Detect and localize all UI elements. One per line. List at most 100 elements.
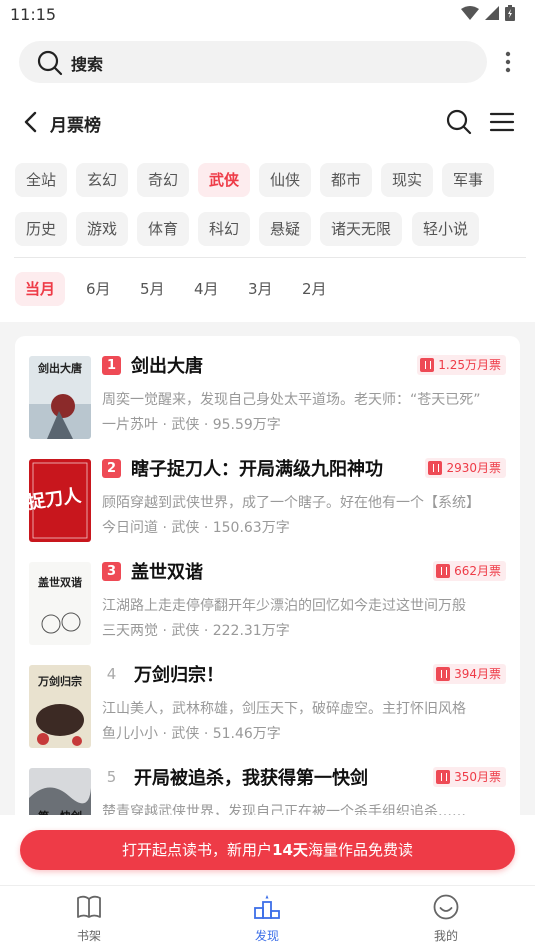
book-author: 一片苏叶	[102, 417, 158, 433]
rank-badge: 1	[102, 356, 121, 375]
month-tab[interactable]: 5月	[130, 272, 175, 306]
search-icon	[37, 50, 63, 76]
book-description: 江湖路上走走停停翻开年少漂泊的回忆如今走过这世间万般	[102, 598, 466, 614]
battery-icon	[505, 5, 515, 21]
ranking-list: 剑出大唐 1 剑出大唐 1.25万月票 周奕一觉醒来，发现自己身处太平道场。老天…	[15, 336, 520, 836]
month-tab[interactable]: 6月	[76, 272, 121, 306]
ticket-icon	[428, 461, 443, 475]
category-chip[interactable]: 现实	[381, 163, 434, 197]
book-meta: 今日问道 · 武侠 · 150.63万字	[102, 517, 290, 537]
tab-discover[interactable]: 发现	[227, 894, 307, 944]
search-placeholder: 搜索	[71, 55, 104, 74]
book-item[interactable]: 盖世双谐 3 盖世双谐 662月票 江湖路上走走停停翻开年少漂泊的回忆如今走过这…	[15, 542, 520, 645]
book-cover: 万剑归宗	[29, 665, 91, 748]
category-chip[interactable]: 仙侠	[259, 163, 312, 197]
book-description: 江山美人，武林称雄，剑压天下，破碎虚空。主打怀旧风格	[102, 701, 466, 717]
wifi-icon	[461, 6, 479, 20]
tab-profile[interactable]: 我的	[406, 894, 486, 944]
back-arrow-icon[interactable]	[20, 110, 42, 134]
book-icon	[77, 895, 101, 918]
book-word-count: 51.46万字	[212, 726, 281, 742]
book-title: 开局被追杀，我获得第一快剑	[134, 768, 368, 789]
category-chip[interactable]: 悬疑	[259, 212, 312, 246]
book-cover: 捉刀人	[29, 459, 91, 542]
category-chip[interactable]: 轻小说	[412, 212, 480, 246]
meta-separator: ·	[203, 726, 209, 742]
month-tab-active[interactable]: 当月	[15, 272, 66, 306]
rank-number: 4	[106, 665, 117, 683]
monthly-votes-badge: 662月票	[433, 561, 506, 581]
search-icon[interactable]	[446, 109, 472, 135]
votes-value: 662月票	[454, 564, 501, 578]
category-chip[interactable]: 玄幻	[76, 163, 129, 197]
meta-separator: ·	[203, 417, 209, 433]
votes-value: 394月票	[454, 667, 501, 681]
search-bar[interactable]: 搜索	[19, 41, 487, 83]
book-item[interactable]: 万剑归宗 4 万剑归宗！ 394月票 江山美人，武林称雄，剑压天下，破碎虚空。主…	[15, 645, 520, 748]
meta-separator: ·	[162, 520, 167, 536]
discover-icon	[254, 895, 280, 919]
status-icons	[461, 5, 515, 21]
book-title: 剑出大唐	[131, 356, 203, 377]
status-bar: 11:15	[0, 0, 535, 30]
status-time: 11:15	[10, 5, 57, 24]
ticket-icon	[420, 358, 435, 372]
cta-suffix: 海量作品免费读	[307, 841, 413, 859]
book-cover: 盖世双谐	[29, 562, 91, 645]
month-tab[interactable]: 3月	[238, 272, 283, 306]
month-tab[interactable]: 2月	[292, 272, 337, 306]
category-chip-active[interactable]: 武侠	[198, 163, 251, 197]
meta-separator: ·	[203, 623, 209, 639]
open-app-button[interactable]: 打开起点读书，新用户14天海量作品免费读	[20, 830, 515, 870]
menu-icon[interactable]	[489, 111, 515, 133]
cta-prefix: 打开起点读书，新用户	[122, 841, 273, 859]
category-chip[interactable]: 军事	[442, 163, 495, 197]
ticket-icon	[436, 667, 451, 681]
book-genre: 武侠	[171, 520, 200, 536]
monthly-votes-badge: 1.25万月票	[417, 355, 506, 375]
book-word-count: 150.63万字	[212, 520, 290, 536]
cover-title: 剑出大唐	[37, 361, 82, 375]
ticket-icon	[436, 770, 451, 784]
month-tab[interactable]: 4月	[184, 272, 229, 306]
bottom-tab-bar: 书架 发现 我的	[0, 885, 535, 951]
divider	[14, 257, 526, 258]
book-meta: 一片苏叶 · 武侠 · 95.59万字	[102, 414, 281, 434]
cover-title: 万剑归宗	[37, 674, 82, 688]
category-chip[interactable]: 科幻	[198, 212, 251, 246]
category-chip[interactable]: 游戏	[76, 212, 129, 246]
monthly-votes-badge: 2930月票	[425, 458, 506, 478]
category-chip[interactable]: 奇幻	[137, 163, 190, 197]
votes-value: 350月票	[454, 770, 501, 784]
book-meta: 三天两觉 · 武侠 · 222.31万字	[102, 620, 290, 640]
book-title: 万剑归宗！	[134, 665, 224, 686]
ticket-icon	[436, 564, 451, 578]
book-cover: 剑出大唐	[29, 356, 91, 439]
category-chip[interactable]: 都市	[320, 163, 373, 197]
page-title: 月票榜	[50, 116, 101, 136]
book-genre: 武侠	[171, 417, 200, 433]
book-item[interactable]: 剑出大唐 1 剑出大唐 1.25万月票 周奕一觉醒来，发现自己身处太平道场。老天…	[15, 336, 520, 439]
book-title: 盖世双谐	[131, 562, 203, 583]
category-chip[interactable]: 全站	[15, 163, 68, 197]
tab-bookshelf[interactable]: 书架	[49, 894, 129, 944]
rank-number: 5	[106, 768, 117, 786]
smile-icon	[433, 894, 459, 920]
cta-container: 打开起点读书，新用户14天海量作品免费读	[0, 815, 535, 885]
title-row: 月票榜	[0, 100, 535, 144]
book-title: 瞎子捉刀人：开局满级九阳神功	[131, 459, 383, 480]
category-chip[interactable]: 历史	[15, 212, 68, 246]
meta-separator: ·	[162, 417, 167, 433]
book-genre: 武侠	[171, 726, 200, 742]
category-chip[interactable]: 体育	[137, 212, 190, 246]
category-chip[interactable]: 诸天无限	[320, 212, 403, 246]
tab-label: 书架	[76, 929, 101, 943]
cta-highlight: 14天	[272, 841, 308, 859]
book-description: 顾陌穿越到武侠世界，成了一个瞎子。好在他有一个【系统】	[102, 495, 480, 511]
more-vertical-icon[interactable]	[500, 50, 516, 74]
book-item[interactable]: 捉刀人 2 瞎子捉刀人：开局满级九阳神功 2930月票 顾陌穿越到武侠世界，成了…	[15, 439, 520, 542]
book-author: 三天两觉	[102, 623, 158, 639]
tab-label: 我的	[433, 929, 458, 943]
rank-badge: 3	[102, 562, 121, 581]
book-genre: 武侠	[171, 623, 200, 639]
